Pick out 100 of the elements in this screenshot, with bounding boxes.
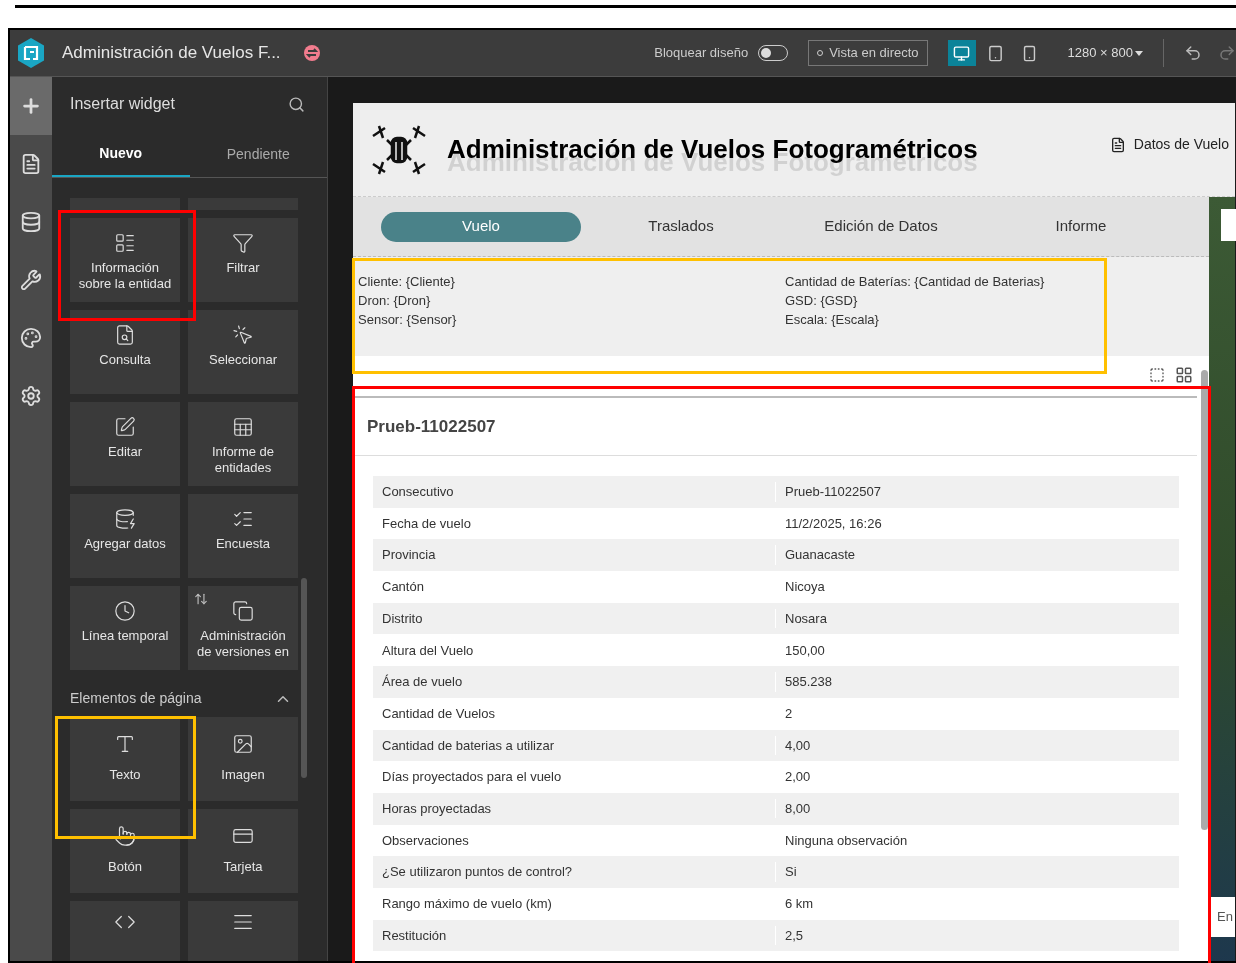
page-tab[interactable]: Traslados [581, 211, 781, 242]
plus-icon[interactable] [10, 77, 52, 135]
edit-icon [114, 416, 136, 438]
widget-label: Imagen [221, 766, 265, 785]
widget-label: Línea temporal [81, 628, 169, 644]
info-line: Dron: {Dron} [358, 292, 432, 310]
field-value-cell: Nosara [775, 608, 827, 629]
clock-icon [114, 600, 136, 622]
field-name-cell-text: Observaciones [381, 831, 470, 850]
table-icon [232, 416, 254, 438]
widget-card[interactable]: Línea temporal [70, 586, 180, 670]
widget-label: Encuesta [215, 536, 271, 552]
widget-label: Informe de entidades [210, 444, 276, 476]
resolution-dropdown[interactable]: 1280 × 800 [1067, 43, 1143, 63]
image-icon [232, 733, 254, 756]
search-icon[interactable] [288, 95, 305, 113]
widget-card[interactable]: Seleccionar [188, 310, 298, 394]
widget-card[interactable]: Encuesta [188, 494, 298, 578]
pointer-icon [232, 324, 254, 346]
widget-label: Consulta [99, 352, 151, 368]
undo-icon[interactable] [1184, 44, 1202, 62]
widget-card[interactable]: Tarjeta [188, 809, 298, 893]
widget-label: Texto [109, 766, 141, 785]
field-value-cell: Ninguna observación [775, 830, 908, 851]
widget-card[interactable]: Informe de entidades [188, 402, 298, 486]
field-name-cell-text: Provincia [381, 546, 437, 565]
field-value-cell: 2,00 [775, 767, 811, 787]
field-name-cell-text: Cantidad de baterias a utilizar [381, 736, 555, 755]
widget-label: Botón [108, 858, 142, 877]
database-plus-icon [114, 508, 136, 530]
widget-card[interactable]: Agregar datos [70, 494, 180, 578]
info-line: Cantidad de Baterías: {Cantidad de Baterias} [785, 273, 1045, 291]
widget-label: Información sobre la entidad [77, 260, 173, 292]
app-logo-icon [16, 37, 46, 69]
widget-card[interactable]: Información sobre la entidad [70, 218, 180, 302]
header-link[interactable]: Datos de Vuelo [1109, 134, 1229, 155]
widget-card[interactable]: Imagen [188, 717, 298, 801]
field-value-cell: 8,00 [775, 798, 811, 819]
feature-title: Prueb-11022507 [367, 415, 496, 438]
field-value-cell: 150,00 [775, 640, 825, 661]
widget-card[interactable]: Botón [70, 809, 180, 893]
hand-pointer-icon [114, 825, 136, 848]
field-value-cell: 2 [775, 703, 793, 724]
field-value-cell: Prueb-11022507 [775, 482, 881, 502]
field-value-cell: Guanacaste [775, 545, 856, 565]
widget-label: Seleccionar [209, 352, 277, 368]
widget-card[interactable]: Consulta [70, 310, 180, 394]
field-name-cell-text: Área de vuelo [381, 673, 464, 692]
field-value-cell: 2,5 [775, 925, 804, 946]
scrollbar[interactable] [1200, 370, 1208, 830]
page-tab[interactable]: Informe [981, 211, 1181, 242]
clear-selection-icon[interactable] [1149, 367, 1165, 383]
field-value-cell: Si [775, 862, 797, 882]
map-footer-text: En [1217, 908, 1233, 927]
widget-card[interactable]: Administración de versiones en [188, 586, 298, 670]
field-name-cell-text: Rango máximo de vuelo (km) [381, 895, 553, 914]
widget-label: Agregar datos [84, 536, 166, 552]
page-tab[interactable]: Edición de Datos [781, 211, 981, 242]
field-name-cell-text: Cantidad de Vuelos [381, 704, 496, 723]
redo-icon[interactable] [1218, 44, 1236, 62]
filter-icon [232, 232, 254, 254]
info-line: GSD: {GSD} [785, 292, 859, 310]
field-name-cell-text: Consecutivo [381, 483, 455, 502]
page-tab[interactable]: Vuelo [381, 211, 581, 242]
widget-card[interactable]: Texto [70, 717, 180, 801]
app-title: Administración de Vuelos F... [62, 42, 281, 65]
desktop-icon[interactable] [947, 40, 976, 66]
field-name-cell-text: ¿Se utilizaron puntos de control? [381, 863, 574, 882]
copy-icon [232, 600, 254, 622]
field-name-cell-text: Distrito [381, 609, 424, 628]
widget-card[interactable]: Editar [70, 402, 180, 486]
grid-icon[interactable] [1175, 366, 1193, 384]
info-line: Sensor: {Sensor} [358, 311, 458, 329]
live-view-button[interactable]: Vista en directo [808, 40, 928, 66]
info-line: Cliente: {Cliente} [358, 273, 456, 291]
field-name-cell-text: Días proyectados para el vuelo [381, 768, 563, 787]
field-name-cell-text: Fecha de vuelo [381, 514, 472, 533]
widget-card[interactable]: Filtrar [188, 218, 298, 302]
lock-layout-label: Bloquear diseño [654, 44, 749, 63]
document-search-icon [114, 324, 136, 346]
sync-icon[interactable] [302, 44, 321, 62]
page-title: Administración de Vuelos Fotogramétricos [447, 133, 978, 166]
field-value-cell: 585.238 [775, 672, 832, 692]
panel-tab[interactable]: Pendiente [189, 131, 327, 177]
widget-label: Editar [108, 444, 142, 460]
list-icon [114, 232, 136, 254]
panel-tab[interactable]: Nuevo [52, 131, 190, 177]
widget-label: Filtrar [226, 260, 260, 276]
section-title: Elementos de página [70, 689, 202, 708]
widget-label: Administración de versiones en [196, 628, 290, 660]
field-name-cell-text: Altura del Vuelo [381, 641, 475, 660]
info-line: Escala: {Escala} [785, 311, 880, 329]
field-value-cell: 11/2/2025, 16:26 [775, 513, 882, 534]
panel-title: Insertar widget [70, 94, 175, 114]
document-icon [1109, 136, 1126, 153]
scrollbar[interactable] [301, 578, 307, 778]
widget-label: Tarjeta [223, 858, 263, 877]
field-name-cell-text: Horas proyectadas [381, 799, 493, 818]
field-value-cell: Nicoya [775, 577, 825, 597]
field-value-cell: 6 km [775, 894, 814, 914]
